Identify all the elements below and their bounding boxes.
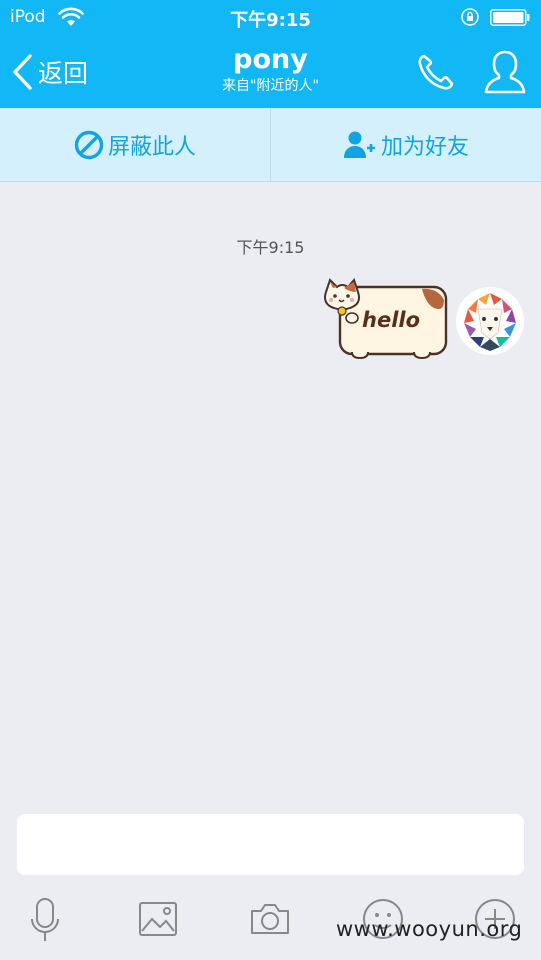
hello-sticker[interactable]: hello	[322, 278, 450, 362]
chat-header[interactable]: pony 来自"附近的人"	[120, 44, 421, 95]
profile-icon[interactable]	[482, 48, 528, 96]
camera-icon	[251, 904, 289, 934]
lion-avatar-icon	[456, 287, 524, 355]
image-button[interactable]	[133, 894, 183, 944]
watermark-text: www.wooyun.org	[336, 917, 523, 941]
add-user-icon	[343, 131, 375, 158]
action-bar: 屏蔽此人 加为好友	[0, 108, 541, 182]
add-friend-button[interactable]: 加为好友	[271, 108, 541, 182]
camera-button[interactable]	[245, 894, 295, 944]
block-icon	[74, 130, 104, 160]
page-title: pony	[233, 44, 308, 75]
add-friend-label: 加为好友	[380, 135, 469, 160]
back-button[interactable]: 返回	[10, 50, 88, 94]
page-subtitle: 来自"附近的人"	[222, 78, 319, 94]
sticker-text: hello	[362, 308, 420, 332]
orientation-lock-icon	[461, 8, 479, 26]
message-input[interactable]	[17, 814, 524, 875]
status-bar: iPod 下午9:15	[0, 0, 541, 36]
microphone-icon	[31, 898, 59, 941]
battery-icon	[490, 9, 530, 26]
image-icon	[139, 902, 177, 936]
chevron-left-icon	[13, 54, 32, 90]
top-bar: iPod 下午9:15 返回 pony 来自"附近的人"	[0, 0, 541, 108]
back-label: 返回	[38, 59, 89, 88]
avatar[interactable]	[456, 287, 524, 355]
voice-button[interactable]	[20, 894, 70, 944]
navigation-bar: 返回 pony 来自"附近的人"	[0, 36, 541, 108]
block-user-button[interactable]: 屏蔽此人	[0, 108, 270, 182]
block-user-label: 屏蔽此人	[107, 135, 196, 160]
phone-icon[interactable]	[414, 50, 458, 94]
message-timestamp: 下午9:15	[236, 238, 305, 257]
